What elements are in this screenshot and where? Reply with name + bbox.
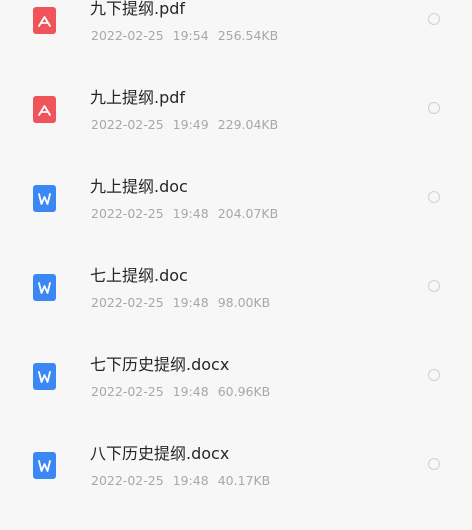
select-radio[interactable] xyxy=(428,369,440,381)
file-meta: 2022-02-25 19:48 204.07KB xyxy=(91,206,278,222)
file-row[interactable]: 八下历史提纲.docx 2022-02-25 19:48 40.17KB xyxy=(0,416,472,505)
file-row[interactable]: 九上提纲.doc 2022-02-25 19:48 204.07KB xyxy=(0,149,472,238)
file-size: 40.17KB xyxy=(217,473,271,488)
file-list: 九下提纲.pdf 2022-02-25 19:54 256.54KB 九上提纲.pd… xyxy=(0,0,472,530)
file-name: 八下历史提纲.docx xyxy=(90,444,230,463)
file-row[interactable]: 九上提纲.pdf 2022-02-25 19:49 229.04KB xyxy=(0,60,472,149)
select-radio[interactable] xyxy=(428,280,440,292)
file-name: 九上提纲.doc xyxy=(90,177,188,196)
file-size: 98.00KB xyxy=(217,295,271,310)
pdf-icon xyxy=(33,7,56,34)
file-name: 七上提纲.doc xyxy=(90,266,188,285)
select-radio[interactable] xyxy=(428,13,440,25)
pdf-icon xyxy=(33,96,56,123)
file-date: 2022-02-25 xyxy=(91,384,164,399)
select-radio[interactable] xyxy=(428,458,440,470)
file-time: 19:48 xyxy=(172,206,209,221)
word-icon xyxy=(33,185,56,212)
file-row[interactable]: 七上提纲.doc 2022-02-25 19:48 98.00KB xyxy=(0,238,472,327)
word-icon xyxy=(33,274,56,301)
file-meta: 2022-02-25 19:48 60.96KB xyxy=(91,384,270,400)
file-time: 19:48 xyxy=(172,295,209,310)
word-icon xyxy=(33,452,56,479)
file-date: 2022-02-25 xyxy=(91,295,164,310)
file-row[interactable]: 九下提纲.pdf 2022-02-25 19:54 256.54KB xyxy=(0,0,472,60)
file-name: 九下提纲.pdf xyxy=(90,0,186,18)
file-time: 19:49 xyxy=(172,117,209,132)
file-time: 19:48 xyxy=(172,473,209,488)
file-date: 2022-02-25 xyxy=(91,117,164,132)
word-icon xyxy=(33,363,56,390)
select-radio[interactable] xyxy=(428,191,440,203)
file-name: 七下历史提纲.docx xyxy=(90,355,230,374)
file-meta: 2022-02-25 19:48 98.00KB xyxy=(91,295,270,311)
file-size: 229.04KB xyxy=(217,117,279,132)
file-row[interactable]: 七下历史提纲.docx 2022-02-25 19:48 60.96KB xyxy=(0,327,472,416)
file-size: 204.07KB xyxy=(217,206,279,221)
file-time: 19:48 xyxy=(172,384,209,399)
file-meta: 2022-02-25 19:49 229.04KB xyxy=(91,117,278,133)
file-date: 2022-02-25 xyxy=(91,473,164,488)
file-size: 60.96KB xyxy=(217,384,271,399)
file-time: 19:54 xyxy=(172,28,209,43)
file-meta: 2022-02-25 19:54 256.54KB xyxy=(91,28,278,44)
file-name: 九上提纲.pdf xyxy=(90,88,186,107)
file-date: 2022-02-25 xyxy=(91,28,164,43)
file-meta: 2022-02-25 19:48 40.17KB xyxy=(91,473,270,489)
file-date: 2022-02-25 xyxy=(91,206,164,221)
select-radio[interactable] xyxy=(428,102,440,114)
file-size: 256.54KB xyxy=(217,28,279,43)
